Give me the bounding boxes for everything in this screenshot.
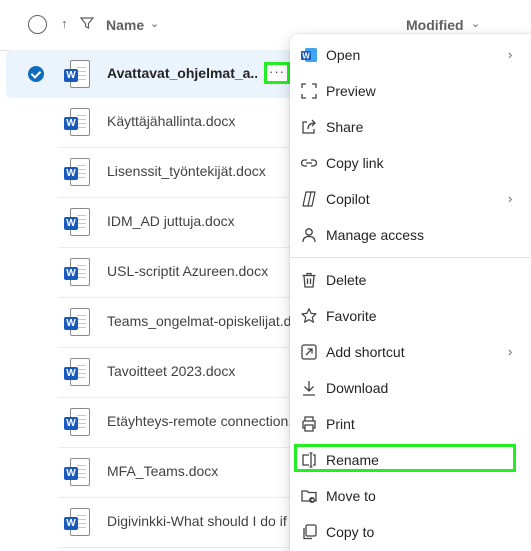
menu-item-label: Manage access	[326, 227, 425, 243]
printer-icon	[300, 415, 318, 433]
word-file-icon: W	[64, 158, 90, 188]
menu-item-open[interactable]: W Open ›	[290, 38, 526, 72]
menu-item-favorite[interactable]: Favorite	[290, 299, 526, 333]
menu-item-label: Delete	[326, 272, 367, 288]
menu-item-add-shortcut[interactable]: Add shortcut ›	[290, 335, 526, 369]
word-file-icon: W	[64, 208, 90, 238]
menu-item-label: Print	[326, 416, 355, 432]
share-icon	[300, 118, 318, 136]
shortcut-icon	[300, 343, 318, 361]
download-icon	[300, 379, 318, 397]
file-name[interactable]: Tavoitteet 2023.docx	[107, 363, 235, 379]
file-name[interactable]: Käyttäjähallinta.docx	[107, 113, 235, 129]
svg-text:W: W	[302, 52, 310, 61]
rename-icon	[300, 451, 318, 469]
menu-item-label: Add shortcut	[326, 344, 405, 360]
menu-item-label: Move to	[326, 488, 376, 504]
word-app-icon: W	[300, 46, 318, 64]
link-icon	[300, 154, 318, 172]
preview-icon	[300, 82, 318, 100]
word-file-icon: W	[64, 508, 90, 538]
menu-item-label: Favorite	[326, 308, 377, 324]
menu-divider	[290, 257, 530, 258]
sort-arrow-icon[interactable]: ↑	[61, 16, 68, 31]
menu-item-label: Copy link	[326, 155, 384, 171]
menu-item-copy-to[interactable]: Copy to	[290, 515, 526, 549]
file-name[interactable]: Avattavat_ohjelmat_a...	[107, 65, 257, 81]
star-icon	[300, 307, 318, 325]
name-column-header[interactable]: Name	[106, 17, 144, 33]
word-file-icon: W	[64, 108, 90, 138]
menu-item-download[interactable]: Download	[290, 371, 526, 405]
file-list-page: ↑ Name ⌄ Modified ⌄ W Avattavat_ohjelmat…	[0, 0, 531, 551]
chevron-right-icon: ›	[508, 47, 513, 62]
menu-item-print[interactable]: Print	[290, 407, 526, 441]
menu-item-label: Share	[326, 119, 364, 135]
more-actions-button[interactable]: ···	[264, 62, 290, 84]
menu-item-label: Preview	[326, 83, 376, 99]
menu-item-move-to[interactable]: Move to	[290, 479, 526, 513]
file-name[interactable]: USL-scriptit Azureen.docx	[107, 263, 268, 279]
chevron-right-icon: ›	[508, 344, 513, 359]
select-all-checkbox[interactable]	[28, 15, 47, 34]
menu-item-label: Rename	[326, 452, 379, 468]
move-folder-icon	[300, 487, 318, 505]
word-file-icon: W	[64, 258, 90, 288]
menu-item-label: Copilot	[326, 191, 370, 207]
word-file-icon: W	[64, 358, 90, 388]
menu-item-manage-access[interactable]: Manage access	[290, 218, 526, 252]
file-name[interactable]: Digivinkki-What should I do if	[107, 513, 287, 529]
name-sort-chevron-icon[interactable]: ⌄	[150, 17, 159, 30]
word-file-icon: W	[64, 308, 90, 338]
menu-item-label: Copy to	[326, 524, 375, 540]
file-name[interactable]: Teams_ongelmat-opiskelijat.d	[107, 313, 291, 329]
row-checkmark-icon[interactable]	[28, 66, 44, 82]
menu-item-label: Open	[326, 47, 361, 63]
menu-item-rename[interactable]: Rename	[290, 443, 526, 477]
context-menu: W Open › Preview Share Copy link Copilot…	[290, 34, 531, 551]
menu-item-share[interactable]: Share	[290, 110, 526, 144]
chevron-right-icon: ›	[508, 191, 513, 206]
modified-sort-chevron-icon[interactable]: ⌄	[471, 17, 480, 30]
person-icon	[300, 226, 318, 244]
file-name[interactable]: IDM_AD juttuja.docx	[107, 213, 235, 229]
trash-icon	[300, 271, 318, 289]
copy-icon	[300, 523, 318, 541]
menu-item-delete[interactable]: Delete	[290, 263, 526, 297]
word-file-icon: W	[64, 60, 90, 90]
modified-column-header[interactable]: Modified	[406, 17, 464, 33]
menu-item-preview[interactable]: Preview	[290, 74, 526, 108]
menu-item-copilot[interactable]: Copilot ›	[290, 182, 526, 216]
word-file-icon: W	[64, 458, 90, 488]
file-name[interactable]: MFA_Teams.docx	[107, 463, 218, 479]
filter-icon[interactable]	[80, 16, 94, 30]
menu-item-copy-link[interactable]: Copy link	[290, 146, 526, 180]
word-file-icon: W	[64, 408, 90, 438]
menu-item-label: Download	[326, 380, 389, 396]
copilot-icon	[300, 190, 318, 208]
file-name[interactable]: Lisenssit_työntekijät.docx	[107, 163, 266, 179]
file-name[interactable]: Etäyhteys-remote connection.	[107, 413, 292, 429]
